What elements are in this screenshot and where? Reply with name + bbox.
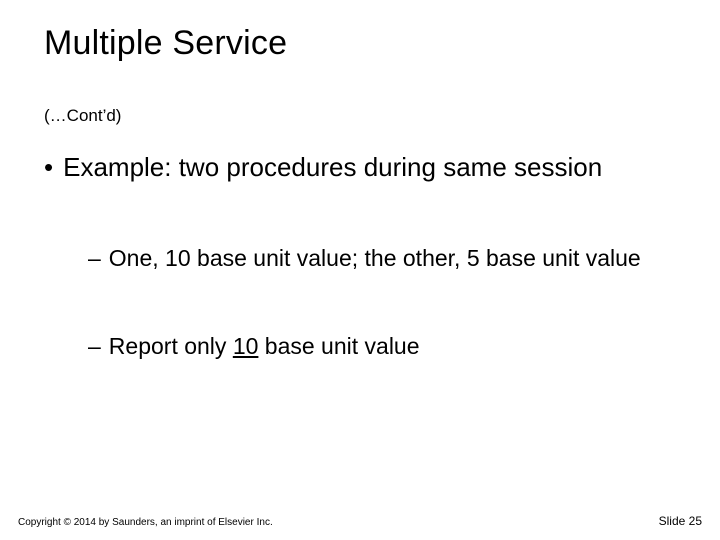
sub-bullet-2-suffix: base unit value — [258, 333, 419, 359]
slide-number: Slide 25 — [659, 514, 702, 528]
sub-bullet-2: – Report only 10 base unit value — [88, 332, 688, 360]
bullet-icon: • — [44, 152, 53, 182]
slide-title: Multiple Service — [44, 24, 287, 63]
dash-icon: – — [88, 332, 101, 360]
slide: Multiple Service (…Cont’d) • Example: tw… — [0, 0, 720, 540]
bullet-main-text: Example: two procedures during same sess… — [63, 152, 602, 182]
bullet-main: • Example: two procedures during same se… — [44, 152, 684, 182]
sub-bullet-2-text: Report only 10 base unit value — [109, 332, 420, 360]
sub-bullet-2-underlined: 10 — [233, 333, 259, 359]
dash-icon: – — [88, 244, 101, 272]
continued-label: (…Cont’d) — [44, 106, 121, 126]
sub-bullet-1: – One, 10 base unit value; the other, 5 … — [88, 244, 688, 272]
copyright-text: Copyright © 2014 by Saunders, an imprint… — [18, 517, 273, 528]
sub-bullet-1-text: One, 10 base unit value; the other, 5 ba… — [109, 244, 641, 272]
footer: Copyright © 2014 by Saunders, an imprint… — [0, 508, 720, 540]
sub-bullet-2-prefix: Report only — [109, 333, 233, 359]
